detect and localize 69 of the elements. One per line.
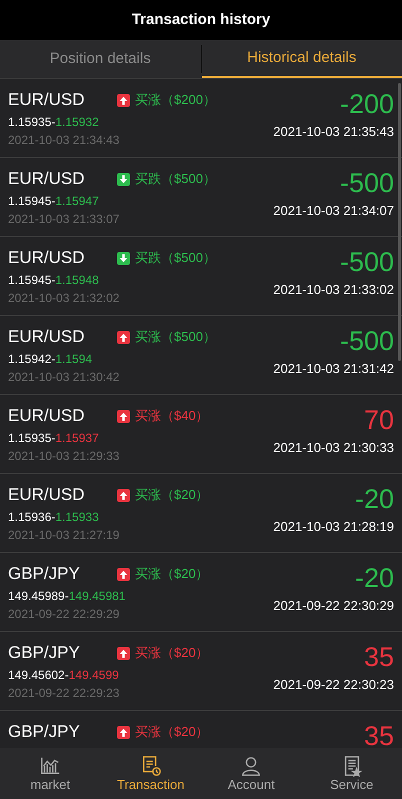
price-range: 1.15942-1.1594 xyxy=(8,351,94,368)
nav-tab[interactable]: market xyxy=(0,748,100,799)
open-time: 2021-10-03 21:30:42 xyxy=(8,369,120,386)
profit-amount: -20 xyxy=(354,563,394,593)
currency-pair: EUR/USD xyxy=(8,484,86,506)
order-label: 买涨（$20） xyxy=(135,644,209,662)
price-range: 1.15935-1.15932 xyxy=(8,114,100,131)
currency-pair: GBP/JPY xyxy=(8,563,81,586)
order-label: 买涨（$40） xyxy=(135,407,209,426)
price-range: 149.45602-149.4599 xyxy=(8,667,120,684)
trade-row[interactable]: GBP/JPY 买涨（$20） 149.45989-149.45981 2021-09-22 22:29:29 -20 2021-09-22 22:30:29 xyxy=(0,553,402,632)
trade-row[interactable]: EUR/USD 买跌（$500） 1.15945-1.15948 2021-10-03 21:32:02 -500 2021-10-03 21:33:02 xyxy=(0,237,402,316)
currency-pair: EUR/USD xyxy=(8,405,86,428)
trade-row[interactable]: EUR/USD 买跌（$500） 1.15945-1.15947 2021-10-03 21:33:07 -500 2021-10-03 21:34:07 xyxy=(0,158,402,237)
trade-row[interactable]: EUR/USD 买涨（$200） 1.15935-1.15932 2021-10-03 21:34:43 -200 2021-10-03 21:35:43 xyxy=(0,79,402,158)
profit-amount: -500 xyxy=(340,326,394,356)
open-time: 2021-09-22 22:29:23 xyxy=(8,685,120,702)
price-range: 1.15945-1.15947 xyxy=(8,193,100,210)
profit-amount: -500 xyxy=(340,168,394,198)
profit-amount: 70 xyxy=(364,405,394,435)
trade-row[interactable]: EUR/USD 买涨（$20） 1.15936-1.15933 2021-10-03 21:27:19 -20 2021-10-03 21:28:19 xyxy=(0,474,402,553)
trade-row[interactable]: EUR/USD 买涨（$40） 1.15935-1.15937 2021-10-03 21:29:33 70 2021-10-03 21:30:33 xyxy=(0,395,402,474)
trade-row[interactable]: GBP/JPY 买涨（$20） 35 xyxy=(0,711,402,748)
account-icon xyxy=(240,755,262,777)
currency-pair: EUR/USD xyxy=(8,168,86,190)
open-time: 2021-10-03 21:33:07 xyxy=(8,211,120,228)
order-label: 买涨（$500） xyxy=(135,328,216,346)
close-time: 2021-10-03 21:33:02 xyxy=(273,281,394,299)
currency-pair: EUR/USD xyxy=(8,89,86,112)
currency-pair: GBP/JPY xyxy=(8,721,81,744)
close-time: 2021-10-03 21:28:19 xyxy=(273,518,394,536)
profit-amount: -20 xyxy=(354,484,394,514)
profit-amount: -200 xyxy=(340,89,394,119)
open-time: 2021-10-03 21:32:02 xyxy=(8,290,120,307)
order-label: 买跌（$500） xyxy=(135,249,216,268)
trade-row[interactable]: EUR/USD 买涨（$500） 1.15942-1.1594 2021-10-03 21:30:42 -500 2021-10-03 21:31:42 xyxy=(0,316,402,395)
currency-pair: EUR/USD xyxy=(8,326,86,348)
trade-row[interactable]: GBP/JPY 买涨（$20） 149.45602-149.4599 2021-09-22 22:29:23 35 2021-09-22 22:30:23 xyxy=(0,632,402,711)
close-time: 2021-10-03 21:30:33 xyxy=(273,439,394,457)
order-label: 买涨（$200） xyxy=(135,91,216,110)
order-label: 买涨（$20） xyxy=(135,565,209,584)
profit-amount: 35 xyxy=(364,642,394,672)
close-time: 2021-09-22 22:30:29 xyxy=(273,597,394,615)
tab[interactable]: Position details xyxy=(0,40,200,78)
price-range: 1.15945-1.15948 xyxy=(8,272,100,289)
currency-pair: EUR/USD xyxy=(8,247,86,270)
profit-amount: 35 xyxy=(364,721,394,748)
profit-amount: -500 xyxy=(340,247,394,277)
open-time: 2021-10-03 21:34:43 xyxy=(8,132,120,149)
price-range: 149.45989-149.45981 xyxy=(8,588,126,605)
price-range: 1.15935-1.15937 xyxy=(8,430,100,447)
currency-pair: GBP/JPY xyxy=(8,642,81,664)
order-label: 买涨（$20） xyxy=(135,486,209,504)
nav-tab[interactable]: Service xyxy=(302,748,402,799)
order-label: 买跌（$500） xyxy=(135,170,216,188)
open-time: 2021-10-03 21:29:33 xyxy=(8,448,120,465)
market-icon xyxy=(39,755,62,777)
scrollbar[interactable] xyxy=(398,83,401,361)
nav-tab[interactable]: Transaction xyxy=(100,748,201,799)
open-time: 2021-10-03 21:27:19 xyxy=(8,527,120,544)
close-time: 2021-10-03 21:35:43 xyxy=(273,123,394,141)
order-label: 买涨（$20） xyxy=(135,723,209,742)
close-time: 2021-09-22 22:30:23 xyxy=(273,676,394,694)
close-time: 2021-10-03 21:31:42 xyxy=(273,360,394,378)
open-time: 2021-09-22 22:29:29 xyxy=(8,606,120,623)
close-time: 2021-10-03 21:34:07 xyxy=(273,202,394,220)
page-title: Transaction history xyxy=(132,10,270,30)
price-range: 1.15936-1.15933 xyxy=(8,509,100,526)
nav-tab[interactable]: Account xyxy=(201,748,302,799)
